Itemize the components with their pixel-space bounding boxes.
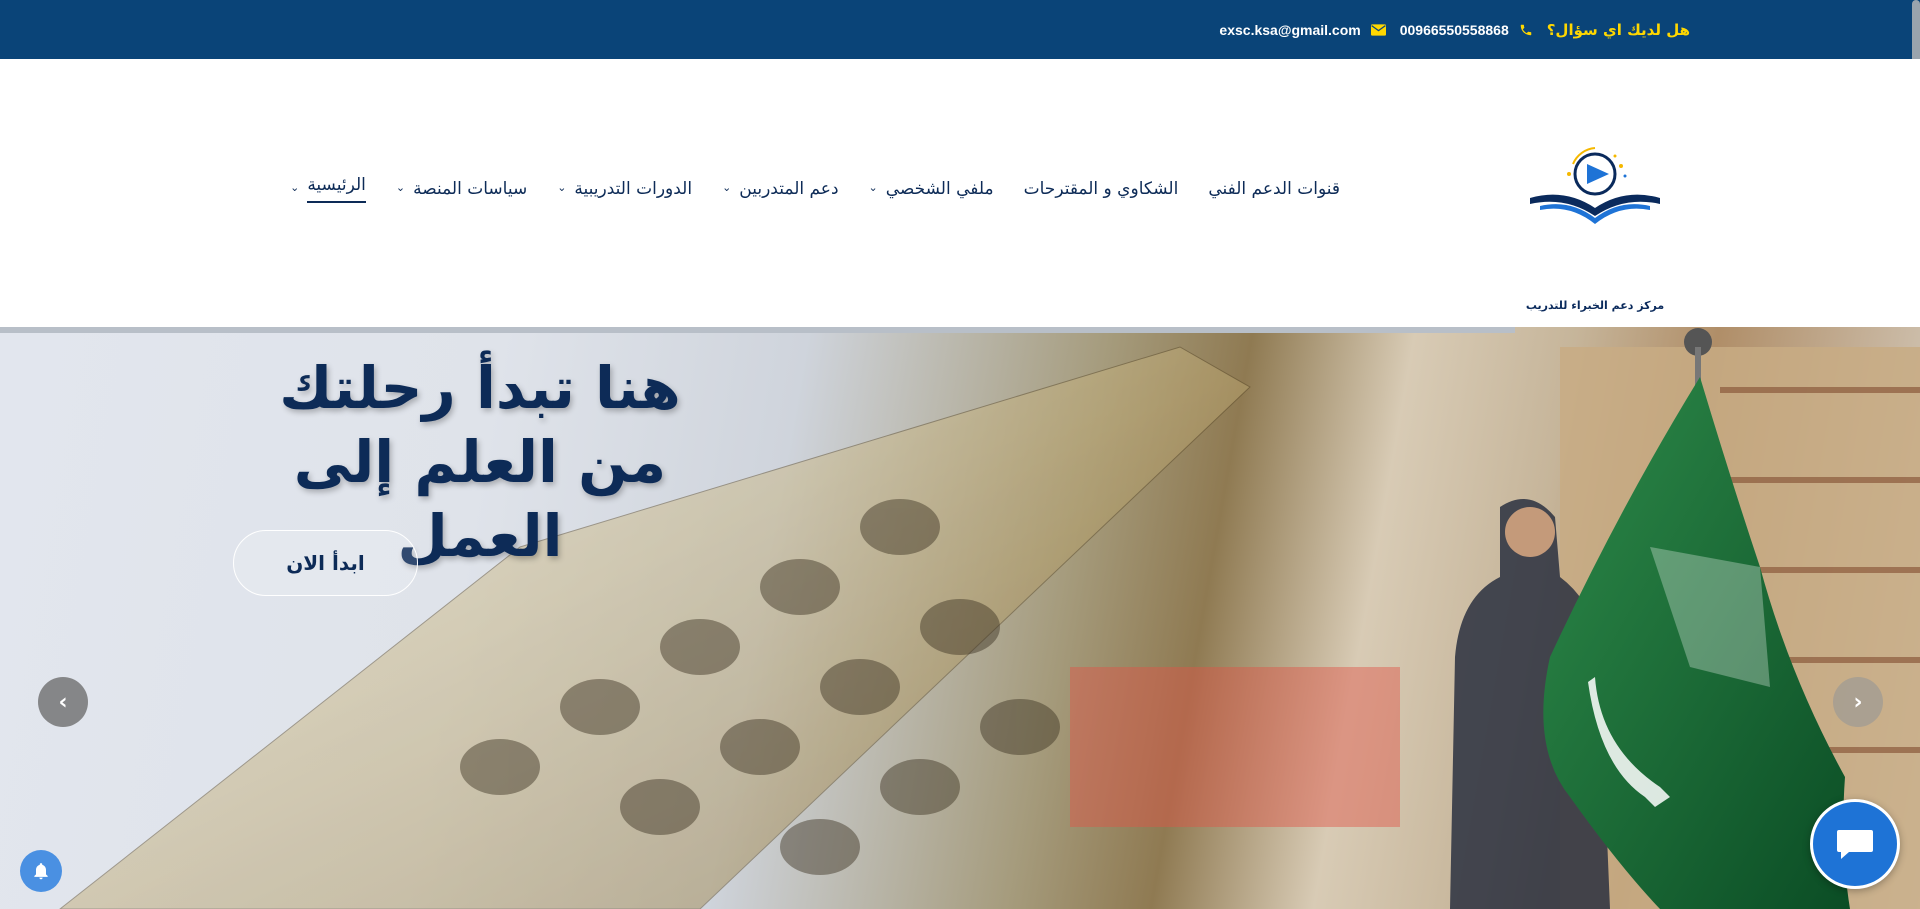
chevron-left-icon: ‹ bbox=[58, 689, 68, 715]
slider-prev-button[interactable]: ‹ bbox=[38, 677, 88, 727]
question-text: هل لديك اي سؤال؟ bbox=[1546, 20, 1690, 39]
chevron-down-icon: ⌄ bbox=[395, 180, 406, 194]
logo-text: مركز دعم الخبراء للتدريب bbox=[1525, 299, 1665, 312]
email-address[interactable]: exsc.ksa@gmail.com bbox=[1219, 22, 1360, 38]
nav-item-label: الشكاوي و المقترحات bbox=[1023, 179, 1179, 199]
nav-item-label: قنوات الدعم الفني bbox=[1208, 179, 1340, 199]
logo-icon bbox=[1530, 147, 1660, 224]
nav-item-label: دعم المتدربين bbox=[739, 179, 839, 199]
phone-icon bbox=[1519, 23, 1533, 37]
notification-bell-button[interactable] bbox=[20, 850, 62, 892]
nav-item-trainee-support[interactable]: دعم المتدربين ⌄ bbox=[722, 172, 838, 206]
nav-item-complaints[interactable]: الشكاوي و المقترحات bbox=[1024, 172, 1179, 206]
nav-item-label: الرئيسية bbox=[307, 175, 366, 203]
top-contact-bar: هل لديك اي سؤال؟ 00966550558868 exsc.ksa… bbox=[0, 0, 1920, 138]
hero-slider: هنا تبدأ رحلتك من العلم إلى العمل bbox=[0, 327, 1920, 909]
chevron-down-icon: ⌄ bbox=[722, 180, 732, 194]
phone-number[interactable]: 00966550558868 bbox=[1400, 22, 1509, 38]
nav-item-label: الدورات التدريبية bbox=[574, 179, 693, 199]
nav-item-label: ملفي الشخصي bbox=[885, 179, 994, 199]
nav-item-my-profile[interactable]: ملفي الشخصي ⌄ bbox=[869, 172, 994, 206]
contact-info: هل لديك اي سؤال؟ 00966550558868 exsc.ksa… bbox=[1219, 0, 1690, 59]
nav-item-label: سياسات المنصة bbox=[413, 179, 528, 199]
logo[interactable]: مركز دعم الخبراء للتدريب bbox=[1525, 144, 1665, 314]
start-now-button[interactable]: ابدأ الان bbox=[233, 530, 418, 596]
email-item[interactable]: exsc.ksa@gmail.com bbox=[1219, 22, 1386, 38]
chevron-down-icon: ⌄ bbox=[290, 180, 300, 194]
envelope-icon bbox=[1370, 23, 1386, 36]
bell-icon bbox=[34, 863, 48, 880]
nav-item-home[interactable]: الرئيسية ⌄ bbox=[290, 172, 366, 206]
chat-icon bbox=[1837, 830, 1873, 859]
chevron-down-icon: ⌄ bbox=[557, 180, 567, 194]
nav-item-training-courses[interactable]: الدورات التدريبية ⌄ bbox=[557, 172, 692, 206]
phone-item[interactable]: 00966550558868 bbox=[1400, 22, 1533, 38]
hero-title-line1: هنا تبدأ رحلتك bbox=[279, 354, 681, 422]
chat-button[interactable] bbox=[1810, 799, 1900, 889]
slider-next-button[interactable]: › bbox=[1833, 677, 1883, 727]
chevron-right-icon: › bbox=[1853, 689, 1863, 715]
nav-item-platform-policies[interactable]: سياسات المنصة ⌄ bbox=[396, 172, 527, 206]
site-header: مركز دعم الخبراء للتدريب الرئيسية ⌄ سياس… bbox=[0, 59, 1920, 327]
chevron-down-icon: ⌄ bbox=[868, 180, 878, 194]
nav-item-support-channels[interactable]: قنوات الدعم الفني bbox=[1208, 172, 1340, 206]
main-nav: الرئيسية ⌄ سياسات المنصة ⌄ الدورات التدر… bbox=[290, 172, 1340, 206]
